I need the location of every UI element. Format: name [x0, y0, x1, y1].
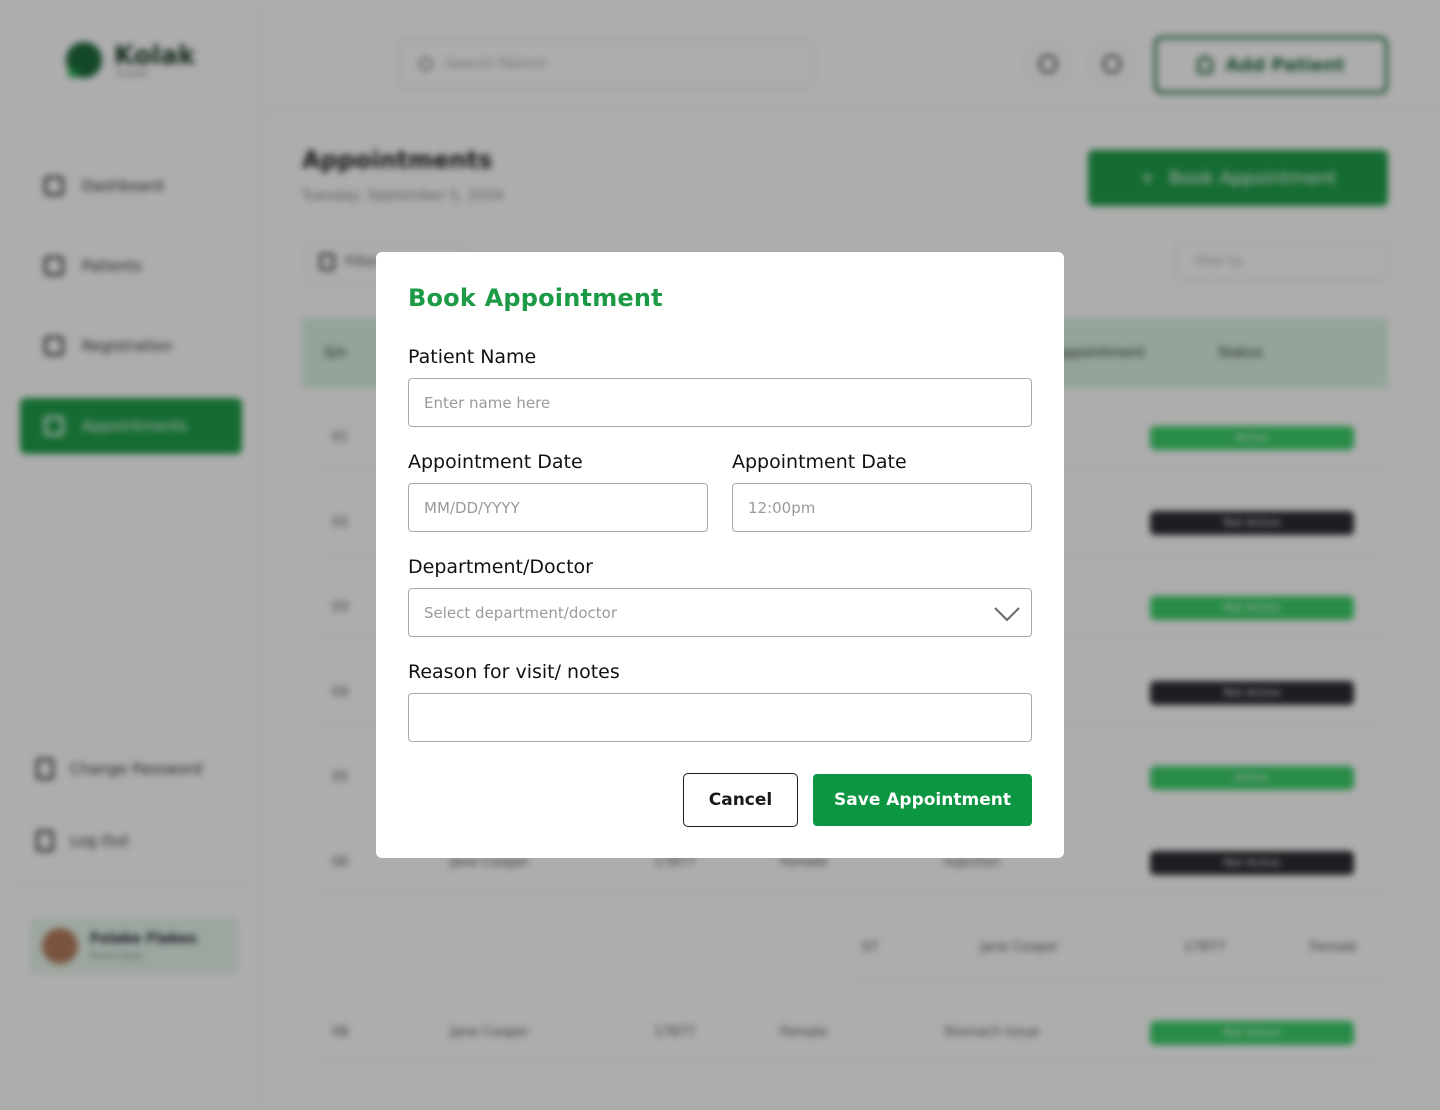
patient-name-input[interactable] — [408, 378, 1032, 427]
department-doctor-label: Department/Doctor — [408, 556, 593, 578]
appointment-date-label: Appointment Date — [408, 451, 583, 473]
reason-notes-input[interactable] — [408, 693, 1032, 742]
cancel-button[interactable]: Cancel — [683, 773, 798, 827]
appointment-time-input[interactable] — [732, 483, 1032, 532]
reason-notes-label: Reason for visit/ notes — [408, 661, 620, 683]
save-appointment-button[interactable]: Save Appointment — [813, 774, 1032, 826]
chevron-down-icon — [994, 607, 1020, 622]
patient-name-label: Patient Name — [408, 346, 537, 368]
appointment-date-input[interactable] — [408, 483, 708, 532]
modal-title: Book Appointment — [408, 284, 663, 312]
book-appointment-modal: Book Appointment Patient Name Appointmen… — [376, 252, 1064, 858]
department-doctor-placeholder: Select department/doctor — [424, 603, 618, 622]
department-doctor-select[interactable]: Select department/doctor — [408, 588, 1032, 637]
appointment-time-label: Appointment Date — [732, 451, 907, 473]
